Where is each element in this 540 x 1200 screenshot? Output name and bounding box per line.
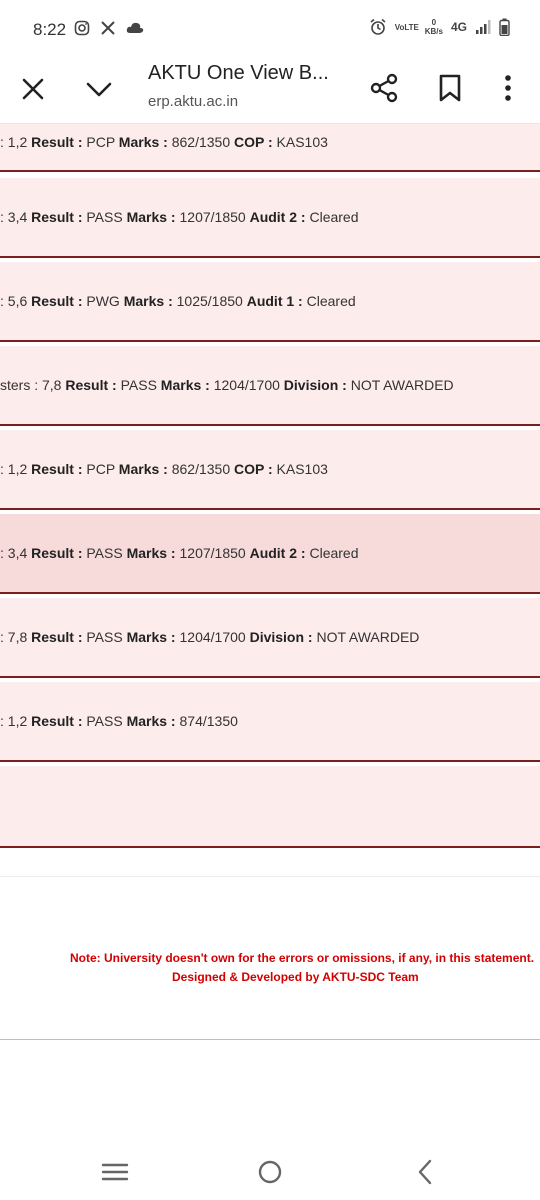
chevron-down-icon[interactable] xyxy=(84,74,114,104)
row-text: : 3,4 Result : PASS Marks : 1207/1850 Au… xyxy=(0,545,359,561)
alarm-icon xyxy=(370,18,386,35)
list-item-selected[interactable]: : 3,4 Result : PASS Marks : 1207/1850 Au… xyxy=(0,514,540,594)
data-speed-unit: KB/s xyxy=(424,27,443,36)
more-options-icon[interactable] xyxy=(496,72,520,104)
network-type: 4G xyxy=(450,20,467,34)
divider xyxy=(0,1039,540,1040)
page-url: erp.aktu.ac.in xyxy=(148,93,239,110)
x-icon xyxy=(101,21,115,35)
list-item[interactable]: sters : 7,8 Result : PASS Marks : 1204/1… xyxy=(0,346,540,426)
list-item[interactable]: : 5,6 Result : PWG Marks : 1025/1850 Aud… xyxy=(0,262,540,342)
system-nav-bar xyxy=(0,1144,540,1200)
volte-indicator: VoLTE xyxy=(394,22,419,32)
status-left-icons xyxy=(74,20,144,36)
row-text: sters : 7,8 Result : PASS Marks : 1204/1… xyxy=(0,377,454,393)
status-right-icons: VoLTE 0 KB/s 4G xyxy=(369,18,510,36)
recents-icon[interactable] xyxy=(100,1158,130,1186)
data-speed-value: 0 xyxy=(431,18,437,27)
home-icon[interactable] xyxy=(255,1158,285,1186)
browser-toolbar: AKTU One View B... erp.aktu.ac.in xyxy=(0,60,540,124)
battery-icon xyxy=(499,18,510,36)
empty-row xyxy=(0,766,540,848)
cloud-icon xyxy=(126,22,144,33)
status-time: 8:22 xyxy=(33,20,67,39)
list-item[interactable]: : 1,2 Result : PCP Marks : 862/1350 COP … xyxy=(0,124,540,172)
list-item[interactable]: : 1,2 Result : PCP Marks : 862/1350 COP … xyxy=(0,430,540,510)
instagram-icon xyxy=(74,20,90,36)
signal-icon xyxy=(476,20,491,34)
back-icon[interactable] xyxy=(410,1158,440,1186)
row-text: : 7,8 Result : PASS Marks : 1204/1700 Di… xyxy=(0,629,420,645)
result-list: : 1,2 Result : PCP Marks : 862/1350 COP … xyxy=(0,124,540,1144)
list-item[interactable]: : 7,8 Result : PASS Marks : 1204/1700 Di… xyxy=(0,598,540,678)
list-item[interactable]: : 1,2 Result : PASS Marks : 874/1350 xyxy=(0,682,540,762)
row-text: : 5,6 Result : PWG Marks : 1025/1850 Aud… xyxy=(0,293,356,309)
list-item[interactable]: : 3,4 Result : PASS Marks : 1207/1850 Au… xyxy=(0,178,540,258)
credit-text: Designed & Developed by AKTU-SDC Team xyxy=(172,970,419,984)
row-text: : 1,2 Result : PASS Marks : 874/1350 xyxy=(0,713,238,729)
row-text: : 1,2 Result : PCP Marks : 862/1350 COP … xyxy=(0,134,328,150)
status-bar: 8:22 VoLTE 0 KB/s 4G xyxy=(0,0,540,60)
close-icon[interactable] xyxy=(18,74,48,104)
row-text: : 3,4 Result : PASS Marks : 1207/1850 Au… xyxy=(0,209,359,225)
share-icon[interactable] xyxy=(368,72,400,104)
disclaimer-note: Note: University doesn't own for the err… xyxy=(70,951,535,965)
page-title: AKTU One View B... xyxy=(148,62,329,84)
bookmark-icon[interactable] xyxy=(436,72,464,104)
divider xyxy=(0,876,540,877)
data-speed: 0 KB/s xyxy=(425,18,443,36)
row-text: : 1,2 Result : PCP Marks : 862/1350 COP … xyxy=(0,461,328,477)
